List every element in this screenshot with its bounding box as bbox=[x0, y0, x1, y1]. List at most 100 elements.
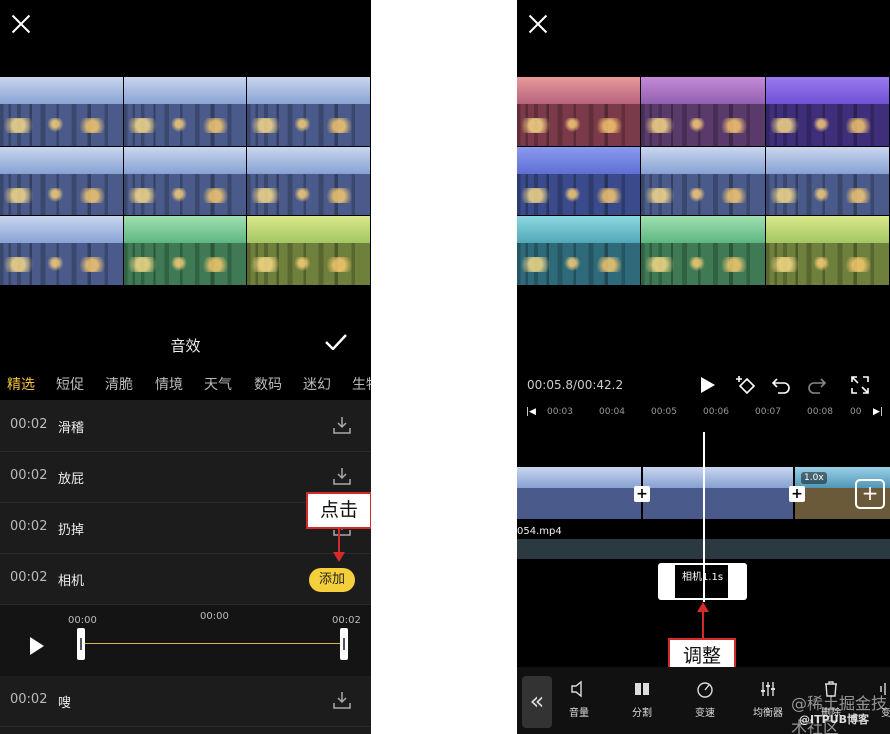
ruler-tick: 00:03 bbox=[547, 407, 573, 417]
volume-icon bbox=[571, 680, 582, 698]
playhead[interactable] bbox=[703, 432, 705, 602]
speed-label: 变速 bbox=[695, 708, 715, 719]
ruler-end-icon: ▶| bbox=[873, 407, 883, 417]
preview-thumb bbox=[641, 77, 766, 147]
list-item[interactable]: 00:02 滑稽 bbox=[0, 401, 371, 452]
back-chevron-icon[interactable]: « bbox=[522, 676, 552, 728]
video-clip[interactable] bbox=[643, 467, 795, 519]
preview-thumb bbox=[641, 146, 766, 216]
undo-icon[interactable] bbox=[770, 374, 792, 396]
video-clip[interactable] bbox=[517, 467, 643, 519]
download-icon[interactable] bbox=[333, 467, 351, 485]
preview-thumb bbox=[247, 146, 371, 216]
close-icon[interactable] bbox=[527, 13, 549, 35]
speed-icon bbox=[697, 682, 713, 698]
tab-jingxuan[interactable]: 精选 bbox=[7, 374, 35, 394]
add-clip-icon[interactable]: + bbox=[855, 479, 885, 509]
preview-thumb bbox=[641, 216, 766, 286]
speed-badge: 1.0x bbox=[801, 472, 827, 484]
trim-tick: 00:02 bbox=[332, 615, 361, 626]
fullscreen-icon[interactable] bbox=[849, 374, 871, 396]
equalizer-icon bbox=[761, 682, 775, 696]
download-icon[interactable] bbox=[333, 416, 351, 434]
play-icon[interactable] bbox=[30, 637, 44, 655]
volume-label: 音量 bbox=[569, 708, 589, 719]
trim-panel bbox=[0, 605, 371, 677]
equalizer-label: 均衡器 bbox=[753, 708, 783, 719]
redo-icon[interactable] bbox=[806, 374, 828, 396]
sound-name: 嗖 bbox=[58, 696, 72, 711]
add-button[interactable]: 添加 bbox=[309, 568, 355, 592]
right-phone-screen: 00:05.8/00:42.2 |◀ 00:03 00:04 00:05 00:… bbox=[517, 0, 890, 734]
trim-end-handle[interactable] bbox=[340, 628, 348, 660]
sound-name: 扔掉 bbox=[58, 523, 85, 538]
sound-duration: 00:02 bbox=[10, 692, 48, 707]
trim-tick: 00:00 bbox=[200, 611, 229, 622]
trim-tick: 00:00 bbox=[68, 615, 97, 626]
keyframe-icon[interactable] bbox=[736, 374, 758, 396]
play-icon[interactable] bbox=[696, 374, 718, 396]
sound-duration: 00:02 bbox=[10, 519, 48, 534]
tab-tianqi[interactable]: 天气 bbox=[204, 374, 232, 394]
preview-thumb bbox=[517, 146, 642, 216]
sound-name: 滑稽 bbox=[58, 421, 85, 436]
annotation-arrowhead bbox=[697, 602, 709, 612]
preview-thumb bbox=[0, 146, 124, 216]
tab-duancu[interactable]: 短促 bbox=[56, 374, 84, 394]
preview-thumb bbox=[0, 77, 124, 147]
preview-thumb bbox=[123, 146, 248, 216]
ruler-start-icon: |◀ bbox=[526, 407, 536, 417]
tab-qingcui[interactable]: 清脆 bbox=[105, 374, 133, 394]
preview-thumb bbox=[517, 216, 642, 286]
filter-preview-grid bbox=[517, 77, 890, 286]
preview-thumb bbox=[247, 77, 371, 147]
preview-thumb bbox=[765, 77, 890, 147]
annotation-arrow bbox=[702, 610, 704, 638]
tab-qingjing[interactable]: 情境 bbox=[155, 374, 183, 394]
preview-thumb bbox=[247, 216, 371, 286]
list-item[interactable]: 00:02 嗖 bbox=[0, 676, 371, 727]
preview-thumb bbox=[517, 77, 642, 147]
check-icon[interactable] bbox=[325, 334, 347, 350]
ruler-tick: 00:08 bbox=[807, 407, 833, 417]
preview-thumb bbox=[0, 216, 124, 286]
ruler-tick: 00:07 bbox=[755, 407, 781, 417]
trim-range-line bbox=[82, 643, 344, 644]
preview-thumb bbox=[765, 216, 890, 286]
add-transition-icon[interactable]: + bbox=[634, 486, 650, 502]
ruler-tick: 00:05 bbox=[651, 407, 677, 417]
sound-duration: 00:02 bbox=[10, 468, 48, 483]
sheet-title: 音效 bbox=[170, 337, 201, 355]
download-icon[interactable] bbox=[333, 691, 351, 709]
ruler-tick: 00:06 bbox=[703, 407, 729, 417]
annotation-arrowhead bbox=[333, 552, 345, 562]
split-label: 分割 bbox=[632, 708, 652, 719]
close-icon[interactable] bbox=[10, 13, 32, 35]
volume-button[interactable]: 音量 bbox=[555, 680, 603, 719]
time-display: 00:05.8/00:42.2 bbox=[527, 378, 624, 392]
split-icon bbox=[635, 683, 649, 695]
tab-mihuan[interactable]: 迷幻 bbox=[303, 374, 331, 394]
speed-button[interactable]: 变速 bbox=[681, 680, 729, 719]
annotation-callout-click: 点击 bbox=[306, 492, 371, 529]
sound-name: 放屁 bbox=[58, 472, 85, 487]
left-phone-screen: 音效 精选 短促 清脆 情境 天气 数码 迷幻 生物 00:02 滑稽 00:0… bbox=[0, 0, 371, 734]
sound-duration: 00:02 bbox=[10, 570, 48, 585]
trim-start-handle[interactable] bbox=[77, 628, 85, 660]
filter-preview-grid bbox=[0, 77, 371, 286]
watermark-secondary: @ITPUB博客 bbox=[799, 713, 869, 726]
sound-duration: 00:02 bbox=[10, 417, 48, 432]
split-button[interactable]: 分割 bbox=[618, 680, 666, 719]
tab-shuma[interactable]: 数码 bbox=[254, 374, 282, 394]
ruler-tick: 00 bbox=[850, 407, 862, 417]
tab-shengwu[interactable]: 生物 bbox=[352, 374, 371, 394]
timeline-ruler[interactable]: |◀ 00:03 00:04 00:05 00:06 00:07 00:08 0… bbox=[517, 404, 890, 422]
sound-name: 相机 bbox=[58, 574, 85, 589]
add-transition-icon[interactable]: + bbox=[789, 486, 805, 502]
preview-thumb bbox=[123, 216, 248, 286]
annotation-arrow bbox=[338, 527, 340, 553]
ruler-tick: 00:04 bbox=[599, 407, 625, 417]
preview-thumb bbox=[765, 146, 890, 216]
equalizer-button[interactable]: 均衡器 bbox=[744, 680, 792, 719]
audio-track-name: 054.mp4 bbox=[517, 526, 562, 537]
